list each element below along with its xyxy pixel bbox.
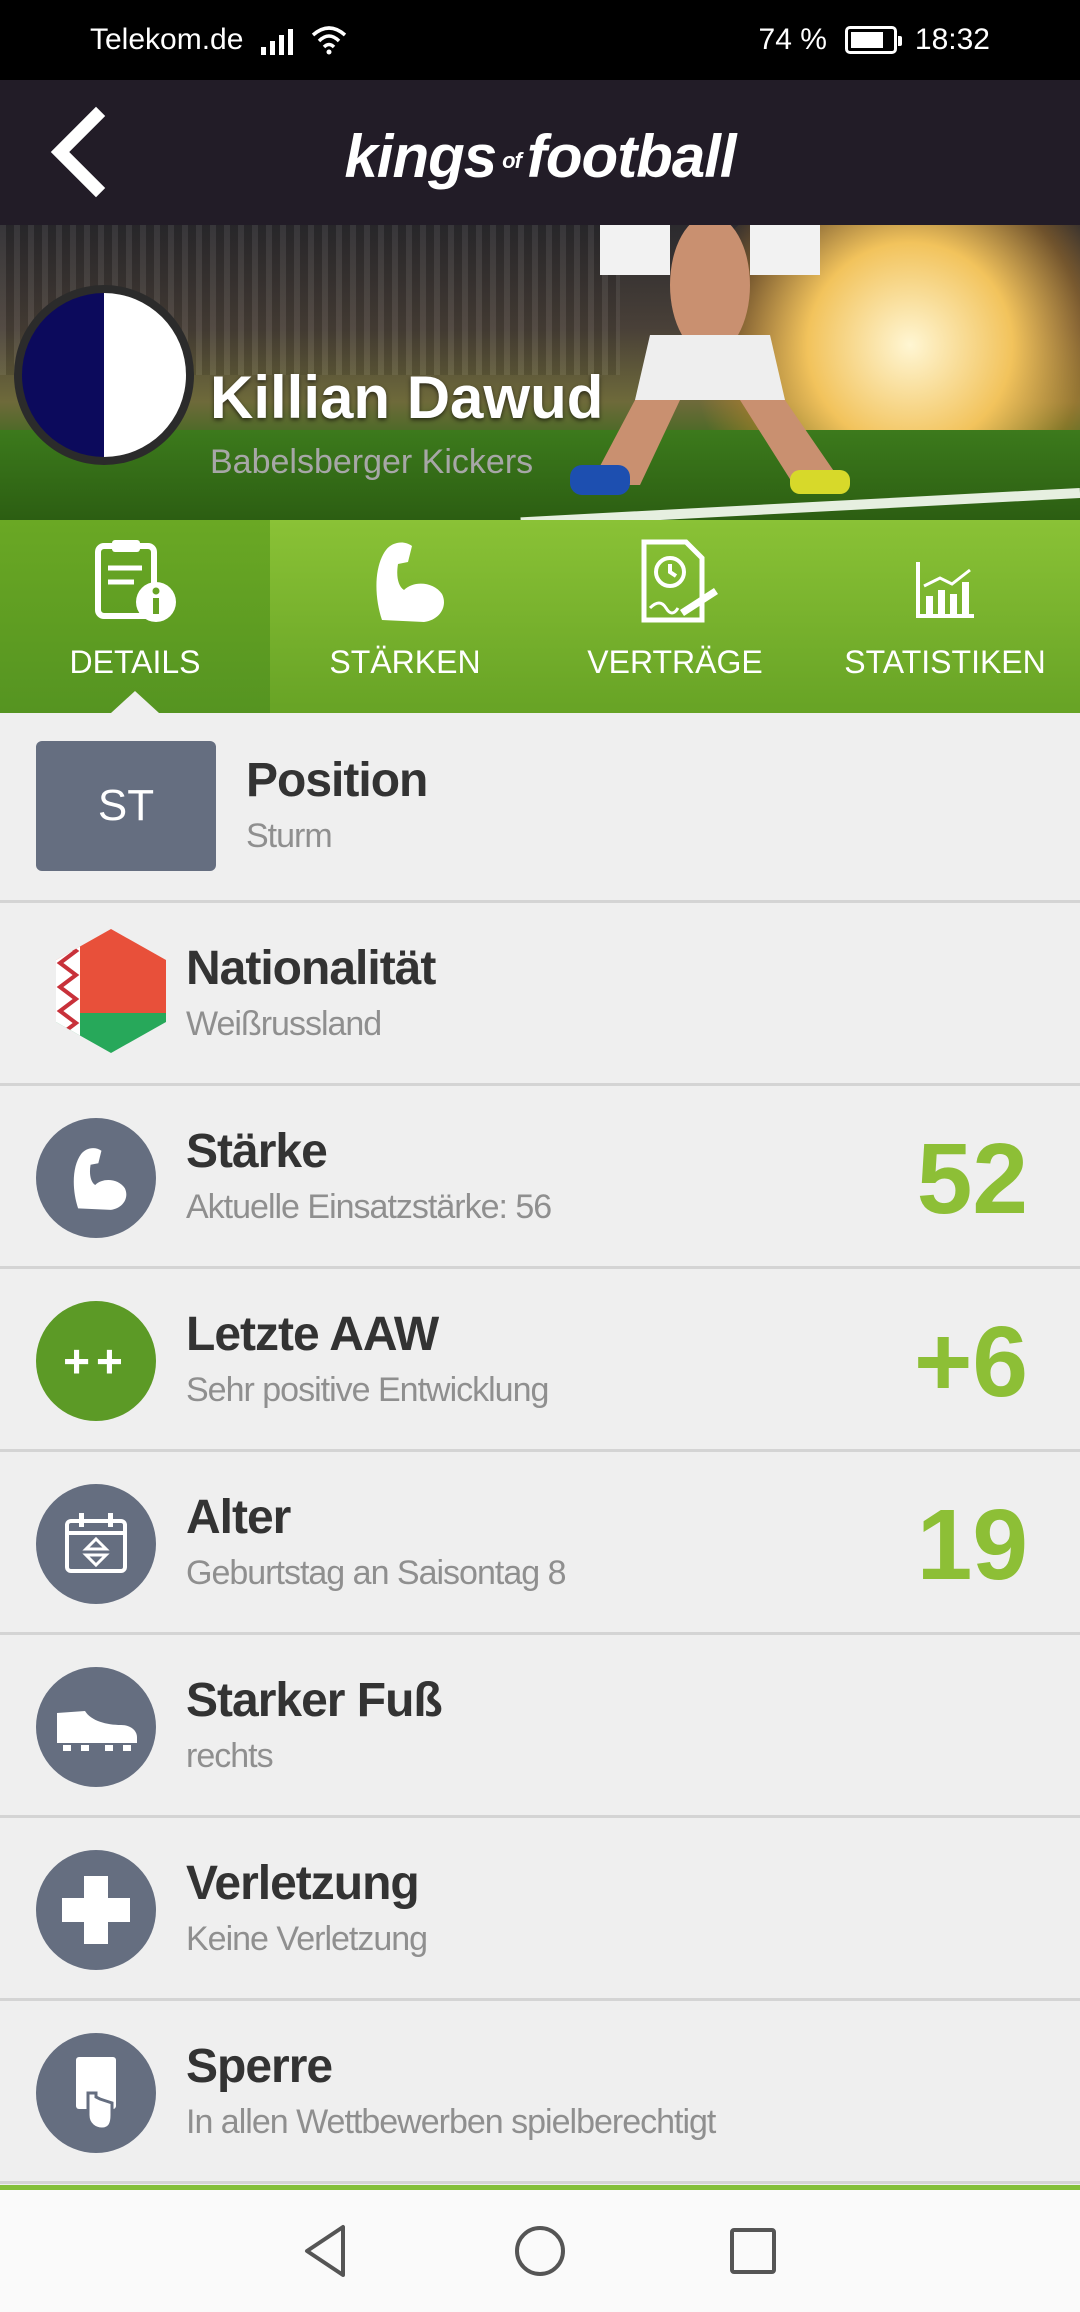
list-item-nationality: Nationalität Weißrussland [0,903,1080,1086]
status-left: Telekom.de [90,23,347,57]
details-icon [95,540,176,622]
nav-back-button[interactable] [282,2206,372,2296]
list-item-ban: Sperre In allen Wettbewerben spielberech… [0,2001,1080,2184]
list-item-injury: Verletzung Keine Verletzung [0,1818,1080,2001]
circle-home-icon [514,2226,565,2276]
ban-value: In allen Wettbewerben spielberechtigt [186,2103,716,2141]
tab-statistiken[interactable]: STATISTIKEN [810,520,1080,713]
age-title: Alter [186,1491,291,1544]
player-tabs: DETAILS STÄRKEN VERTRÄGE STATISTIKEN [0,520,1080,713]
development-plus-icon: ++ [36,1301,156,1421]
medical-cross-icon [62,1876,130,1944]
team-name: Babelsberger Kickers [210,443,534,481]
triangle-back-icon [304,2225,345,2277]
nav-recents-button[interactable] [708,2206,798,2296]
calendar-icon [65,1513,127,1573]
app-header: kings of football [0,80,1080,225]
battery-percent: 74 % [758,23,827,56]
celebrating-player-image [570,225,850,495]
square-recents-icon [730,2228,777,2274]
list-item-strength: Stärke Aktuelle Einsatzstärke: 56 52 [0,1086,1080,1269]
ban-circle [36,2033,156,2153]
belarus-flag-icon [56,929,166,1053]
tab-details-label: DETAILS [69,644,201,680]
strength-title: Stärke [186,1125,328,1178]
status-right: 74 % 18:32 [759,23,990,57]
strength-arm-icon [73,1148,127,1210]
last-aaw-description: Sehr positive Entwicklung [186,1371,549,1409]
strength-arm-icon [376,542,444,622]
foot-value: rechts [186,1737,274,1775]
chart-icon [916,562,974,618]
list-item-position: ST Position Sturm [0,713,1080,903]
logo-of: of [502,148,522,174]
strength-current: Aktuelle Einsatzstärke: 56 [186,1188,552,1226]
list-item-last-aaw: ++ Letzte AAW Sehr positive Entwicklung … [0,1269,1080,1452]
system-navigation-bar [0,2185,1080,2312]
foot-title: Starker Fuß [186,1674,443,1727]
nationality-title: Nationalität [186,942,436,995]
last-aaw-title: Letzte AAW [186,1308,439,1361]
player-details-list: ST Position Sturm Nationalität Weißrussl… [0,713,1080,2184]
clock: 18:32 [914,23,990,56]
injury-value: Keine Verletzung [186,1920,428,1958]
foot-circle [36,1667,156,1787]
tab-vertraege-label: VERTRÄGE [587,644,763,680]
strength-value: 52 [916,1123,1028,1235]
player-hero-banner: Killian Dawud Babelsberger Kickers [0,225,1080,520]
logo-kings: kings [344,123,497,190]
position-title: Position [246,754,428,807]
tab-statistiken-label: STATISTIKEN [844,644,1046,680]
tab-staerken[interactable]: STÄRKEN [270,520,540,713]
position-badge: ST [36,741,216,871]
position-value: Sturm [246,817,333,855]
referee-card-icon [76,2057,116,2131]
carrier-name: Telekom.de [90,23,244,56]
injury-circle [36,1850,156,1970]
birthday-info: Geburtstag an Saisontag 8 [186,1554,566,1592]
player-name: Killian Dawud [210,364,604,431]
signal-icon [261,25,294,55]
status-bar: Telekom.de 74 % 18:32 [0,0,1080,80]
football-boot-icon [57,1711,137,1751]
logo-football: football [526,123,737,190]
team-crest [14,285,194,465]
list-item-strong-foot: Starker Fuß rechts [0,1635,1080,1818]
injury-title: Verletzung [186,1857,420,1910]
ban-title: Sperre [186,2040,333,2093]
strength-circle [36,1118,156,1238]
nav-home-button[interactable] [495,2206,585,2296]
list-item-age: Alter Geburtstag an Saisontag 8 19 [0,1452,1080,1635]
battery-icon [844,26,902,54]
age-value: 19 [916,1489,1028,1601]
tab-staerken-label: STÄRKEN [329,644,481,680]
contract-icon [641,539,718,623]
tab-vertraege[interactable]: VERTRÄGE [540,520,810,713]
nationality-value: Weißrussland [186,1005,382,1043]
age-circle [36,1484,156,1604]
app-logo: kings of football [0,122,1080,191]
wifi-icon [312,26,347,55]
tab-details[interactable]: DETAILS [0,520,270,713]
last-aaw-value: +6 [913,1306,1028,1418]
